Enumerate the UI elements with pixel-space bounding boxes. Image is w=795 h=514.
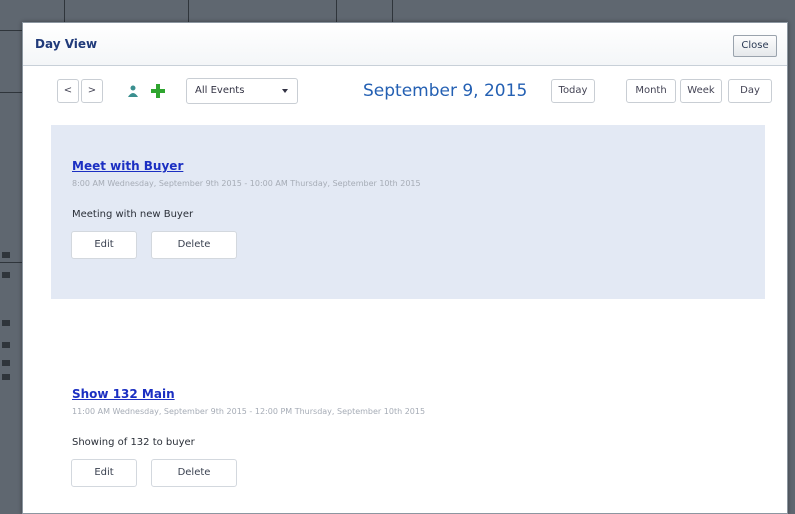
day-view-button[interactable]: Day (728, 79, 772, 103)
event-title-link[interactable]: Meet with Buyer (72, 159, 183, 173)
background-gridline (0, 92, 22, 93)
dialog-title: Day View (35, 37, 98, 51)
event-filter-select[interactable]: All Events (186, 78, 298, 104)
today-button[interactable]: Today (551, 79, 595, 103)
event-time-range: 11:00 AM Wednesday, September 9th 2015 -… (72, 407, 426, 416)
event-description: Showing of 132 to buyer (72, 437, 195, 448)
background-calendar-marker (2, 342, 10, 348)
next-day-button[interactable]: > (81, 79, 103, 103)
edit-event-button[interactable]: Edit (71, 231, 137, 259)
month-view-button[interactable]: Month (626, 79, 676, 103)
background-calendar-marker (2, 320, 10, 326)
background-calendar-marker (2, 272, 10, 278)
event-card: Show 132 Main 11:00 AM Wednesday, Septem… (51, 373, 765, 513)
background-calendar-marker (2, 360, 10, 366)
add-event-icon[interactable] (150, 83, 166, 99)
calendar-toolbar: < > All Events September 9, 2015 Today M… (23, 75, 787, 111)
chevron-down-icon (282, 89, 288, 93)
previous-day-button[interactable]: < (57, 79, 79, 103)
event-description: Meeting with new Buyer (72, 209, 194, 220)
background-calendar-marker (2, 374, 10, 380)
event-time-range: 8:00 AM Wednesday, September 9th 2015 - … (72, 179, 421, 188)
person-icon[interactable] (128, 85, 138, 97)
event-filter-value: All Events (195, 85, 245, 96)
week-view-button[interactable]: Week (680, 79, 722, 103)
background-calendar-marker (2, 252, 10, 258)
day-view-dialog: Day View Close < > All Events September … (22, 22, 788, 514)
event-card: Meet with Buyer 8:00 AM Wednesday, Septe… (51, 125, 765, 299)
delete-event-button[interactable]: Delete (151, 459, 237, 487)
event-title-link[interactable]: Show 132 Main (72, 387, 175, 401)
dialog-header: Day View Close (23, 23, 787, 66)
background-gridline (0, 262, 22, 263)
close-button[interactable]: Close (733, 35, 777, 57)
edit-event-button[interactable]: Edit (71, 459, 137, 487)
delete-event-button[interactable]: Delete (151, 231, 237, 259)
background-gridline (0, 30, 22, 31)
current-date-heading: September 9, 2015 (363, 81, 528, 101)
